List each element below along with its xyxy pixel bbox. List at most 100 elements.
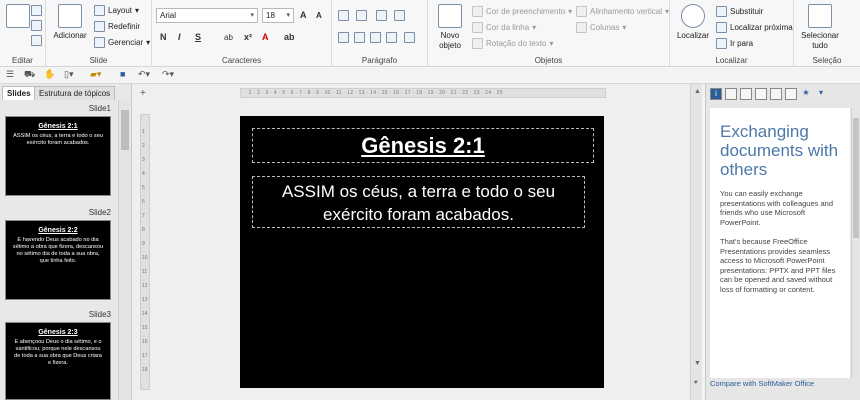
align-center-icon[interactable] [354,32,365,43]
slide-canvas[interactable]: Gênesis 2:1 ASSIM os céus, a terra e tod… [240,116,604,388]
strikethrough-button[interactable]: ab [224,33,233,42]
columns-icon [576,22,587,33]
slide-title-placeholder[interactable]: Gênesis 2:1 [252,128,594,163]
fill-color-button[interactable]: Cor de preenchimento ▾ [472,6,572,17]
sidebar-scroll-thumb[interactable] [853,118,859,238]
undo-icon[interactable]: ↶▾ [138,69,150,80]
vertical-align-button[interactable]: Alinhamento vertical ▾ [576,6,669,17]
layout-button[interactable]: Layout ▾ [94,5,139,16]
underline-button[interactable]: S [195,32,201,42]
slides-panel: Slides Estrutura de tópicos Slide1 Gênes… [0,84,132,400]
info-card-title: Exchanging documents with others [720,122,839,179]
group-editar: Editar [0,0,46,67]
slide1-thumb-title: Gênesis 2:1 [38,123,78,130]
group-label-paragrafo: Parágrafo [361,56,398,65]
cart-icon[interactable]: ⛟ [24,69,35,81]
slides-icon[interactable] [740,88,752,100]
adicionar-button[interactable]: Adicionar [50,4,90,41]
ir-para-button[interactable]: Ir para [716,38,753,49]
find-next-icon [716,22,727,33]
italic-button[interactable]: I [178,32,181,42]
justify-icon[interactable] [386,32,397,43]
font-color-icon[interactable]: A [262,32,269,42]
group-localizar: Localizar Substituir Localizar próxima I… [670,0,794,67]
info-card-paragraph-2: That's because FreeOffice Presentations … [720,237,836,294]
gallery-icon[interactable] [755,88,767,100]
grow-font-icon[interactable]: A [300,10,307,20]
info-icon[interactable]: i [710,88,722,100]
gerenciar-button[interactable]: Gerenciar ▾ [94,37,150,48]
slides-scroll-thumb[interactable] [121,110,129,150]
group-label-caracteres: Caracteres [221,56,262,65]
copy-icon[interactable] [31,20,42,31]
add-slide-icon [58,4,82,28]
paste-button[interactable] [6,4,30,31]
substituir-button[interactable]: Substituir [716,6,763,17]
redefinir-button[interactable]: Redefinir [94,21,140,32]
tab-outline[interactable]: Estrutura de tópicos [34,86,116,100]
format-painter-icon[interactable] [31,35,42,46]
slides-scrollbar[interactable] [118,100,130,400]
compare-link[interactable]: Compare with SoftMaker Office [710,379,814,388]
next-slide-icon[interactable]: ⯆ [693,380,699,388]
font-size-combo[interactable]: 18 ▾ [262,8,294,23]
slide1-thumbnail[interactable]: Gênesis 2:1 ASSIM os céus, a terra e tod… [5,116,111,196]
columns-button[interactable]: Colunas ▾ [576,22,626,33]
open-folder-icon[interactable]: ▰▾ [90,69,101,80]
localizar-button[interactable]: Localizar [676,4,710,41]
favorites-icon[interactable]: ★ [800,88,812,100]
sidebar-panel: i ★ ▾ Exchanging documents with others Y… [705,84,860,400]
align-left-icon[interactable] [338,32,349,43]
vertical-ruler: 1 2 3 4 5 6 7 8 9 10 11 12 13 14 15 16 17 18 [140,114,150,390]
font-combo[interactable]: Arial ▾ [156,8,258,23]
menu-icon[interactable]: ☰ [6,69,14,80]
view-icon[interactable] [725,88,737,100]
media-icon[interactable] [785,88,797,100]
fill-icon [472,6,483,17]
slide2-thumb-body: E havendo Deus acabado no dia sétimo a o… [12,237,104,264]
increase-indent-icon[interactable] [394,10,405,21]
redo-icon[interactable]: ↷▾ [162,69,174,80]
scroll-down-icon[interactable]: ▼ [694,360,701,367]
canvas-scrollbar[interactable]: ▲ ▼ ⯆ [690,84,702,400]
align-right-icon[interactable] [370,32,381,43]
slide-body-placeholder[interactable]: ASSIM os céus, a terra e todo o seu exér… [252,176,585,228]
selecionar-tudo-button[interactable]: Selecionar tudo [800,4,840,51]
ruler-origin-icon: + [140,88,146,99]
slide3-thumb-body: E abençoou Deus o dia sétimo, e o santif… [14,339,102,366]
shrink-font-icon[interactable]: A [316,11,322,20]
clipboard-icon [6,4,30,28]
superscript-icon[interactable]: x² [244,32,252,42]
slide3-thumbnail[interactable]: Gênesis 2:3 E abençoou Deus o dia sétimo… [5,322,111,400]
scroll-up-icon[interactable]: ▲ [694,88,701,95]
reset-icon [94,21,105,32]
group-paragrafo: Parágrafo [332,0,428,67]
decrease-indent-icon[interactable] [376,10,387,21]
localizar-proxima-button[interactable]: Localizar próxima [716,22,793,33]
folder-icon[interactable] [770,88,782,100]
info-card-paragraph-1: You can easily exchange presentations wi… [720,189,833,227]
line-color-button[interactable]: Cor da linha ▾ [472,22,536,33]
highlight-icon[interactable]: ab [284,32,295,42]
text-rotation-button[interactable]: Rotação do texto ▾ [472,38,554,49]
bold-button[interactable]: N [160,32,167,42]
cut-icon[interactable] [31,5,42,16]
slide2-thumbnail[interactable]: Gênesis 2:2 E havendo Deus acabado no di… [5,220,111,300]
new-document-icon[interactable]: ▯▾ [64,69,73,80]
sidebar-scrollbar[interactable] [851,108,859,378]
bullets-icon[interactable] [338,10,349,21]
slide1-thumb-body: ASSIM os céus, a terra e todo o seu exér… [13,133,103,146]
group-selecao: Selecionar tudo Seleção [794,0,860,67]
novo-objeto-button[interactable]: Novo objeto [432,4,468,51]
line-spacing-icon[interactable] [404,32,415,43]
chevron-down-icon[interactable]: ▾ [815,88,827,100]
select-all-icon [808,4,832,28]
save-icon[interactable]: ■ [120,69,125,79]
valign-icon [576,6,587,17]
slide2-thumb-title: Gênesis 2:2 [38,227,78,234]
hand-icon[interactable]: ✋ [44,69,55,80]
numbering-icon[interactable] [356,10,367,21]
slide2-label: Slide2 [88,208,111,217]
tab-slides[interactable]: Slides [2,86,36,100]
new-object-icon [438,4,462,28]
